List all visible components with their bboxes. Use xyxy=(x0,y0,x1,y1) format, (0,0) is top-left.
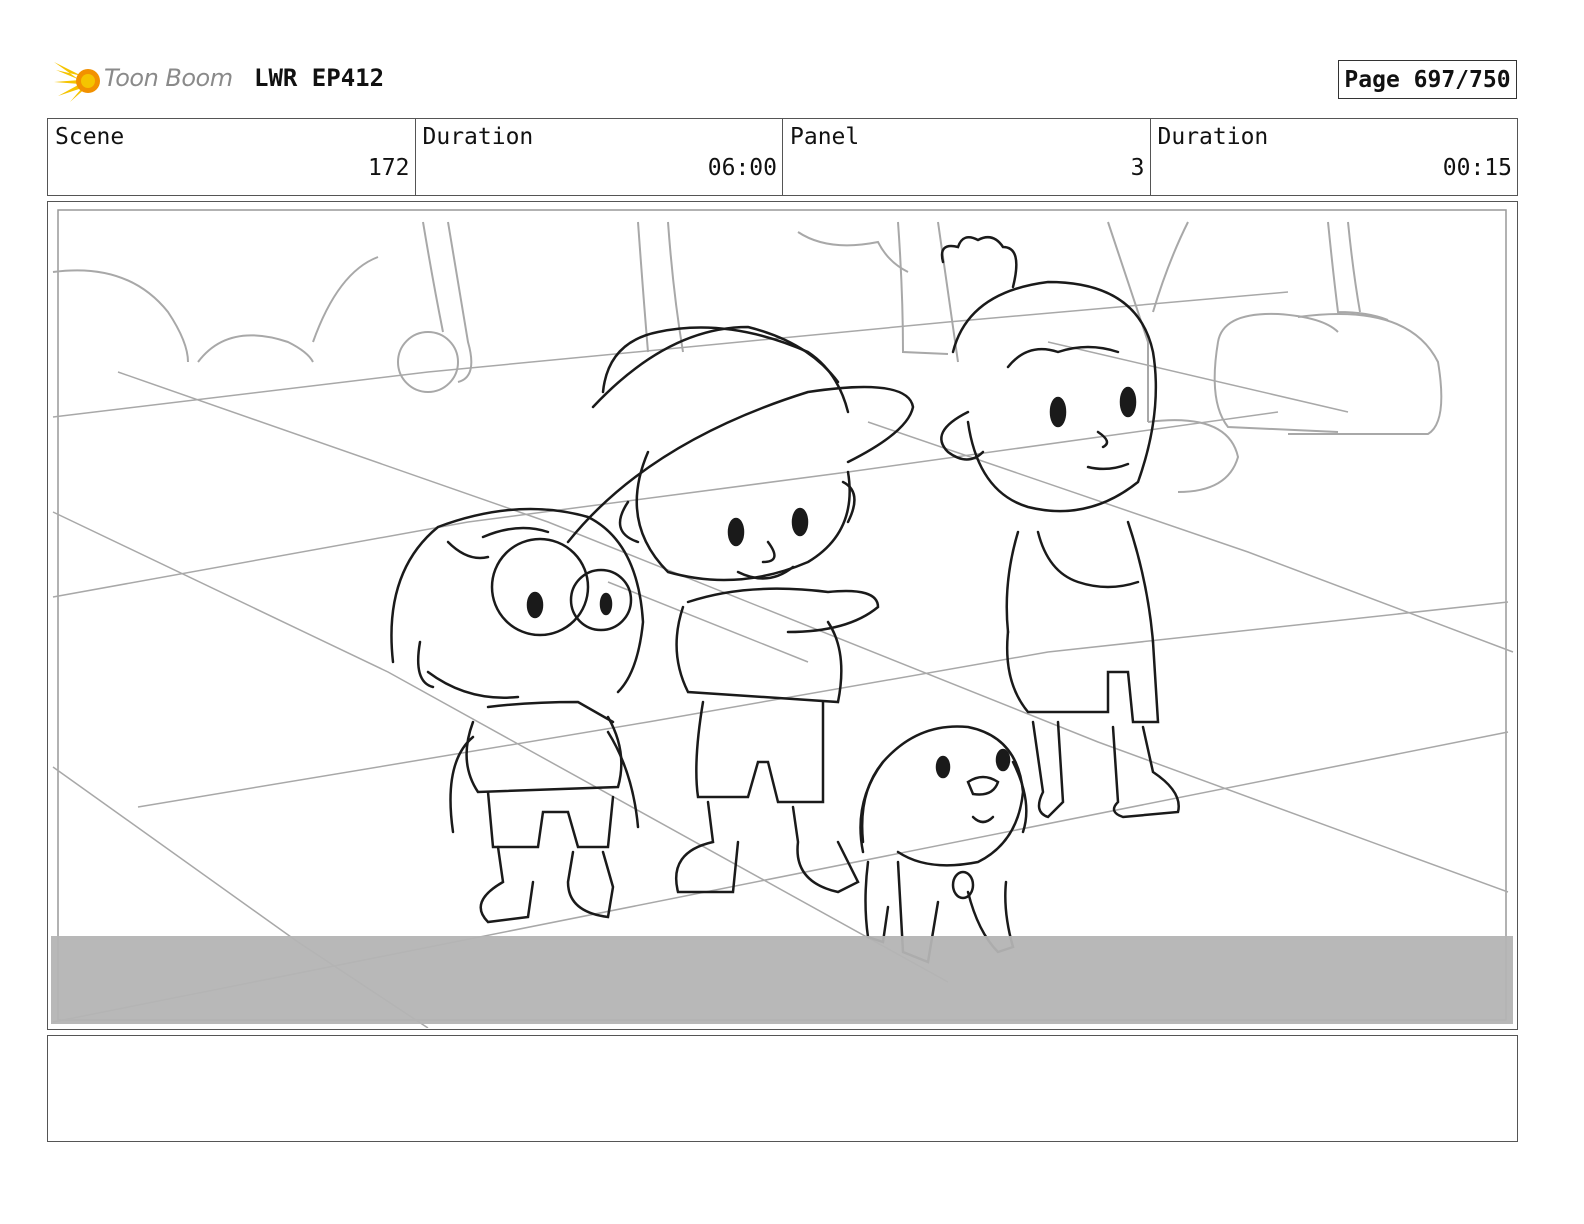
letterbox-overlay xyxy=(51,936,1513,1024)
panel-label: Panel xyxy=(790,124,860,150)
panel-value: 3 xyxy=(1130,155,1145,181)
panel-duration-label: Duration xyxy=(1157,124,1269,150)
scene-duration-cell: Duration 06:00 xyxy=(416,119,783,195)
storyboard-sketch xyxy=(51,209,1514,1028)
panel-notes-box xyxy=(47,1035,1518,1142)
scene-duration-value: 06:00 xyxy=(707,155,777,181)
scene-value: 172 xyxy=(367,155,410,181)
scene-cell: Scene 172 xyxy=(48,119,416,195)
scene-label: Scene xyxy=(55,124,125,150)
scene-duration-label: Duration xyxy=(422,124,534,150)
background-ground-grid xyxy=(52,291,1514,1028)
panel-cell: Panel 3 xyxy=(783,119,1151,195)
background-trees-shrubs xyxy=(52,221,1443,493)
panel-duration-value: 00:15 xyxy=(1442,155,1512,181)
brand-name: Toon Boom xyxy=(104,64,233,92)
storyboard-panel xyxy=(47,201,1518,1030)
girl-with-glasses-sketch xyxy=(390,507,645,924)
page-indicator: Page 697/750 xyxy=(1338,60,1517,99)
panel-duration-cell: Duration 00:15 xyxy=(1151,119,1518,195)
scene-info-table: Scene 172 Duration 06:00 Panel 3 Duratio… xyxy=(47,118,1518,196)
episode-title: LWR EP412 xyxy=(254,64,385,92)
